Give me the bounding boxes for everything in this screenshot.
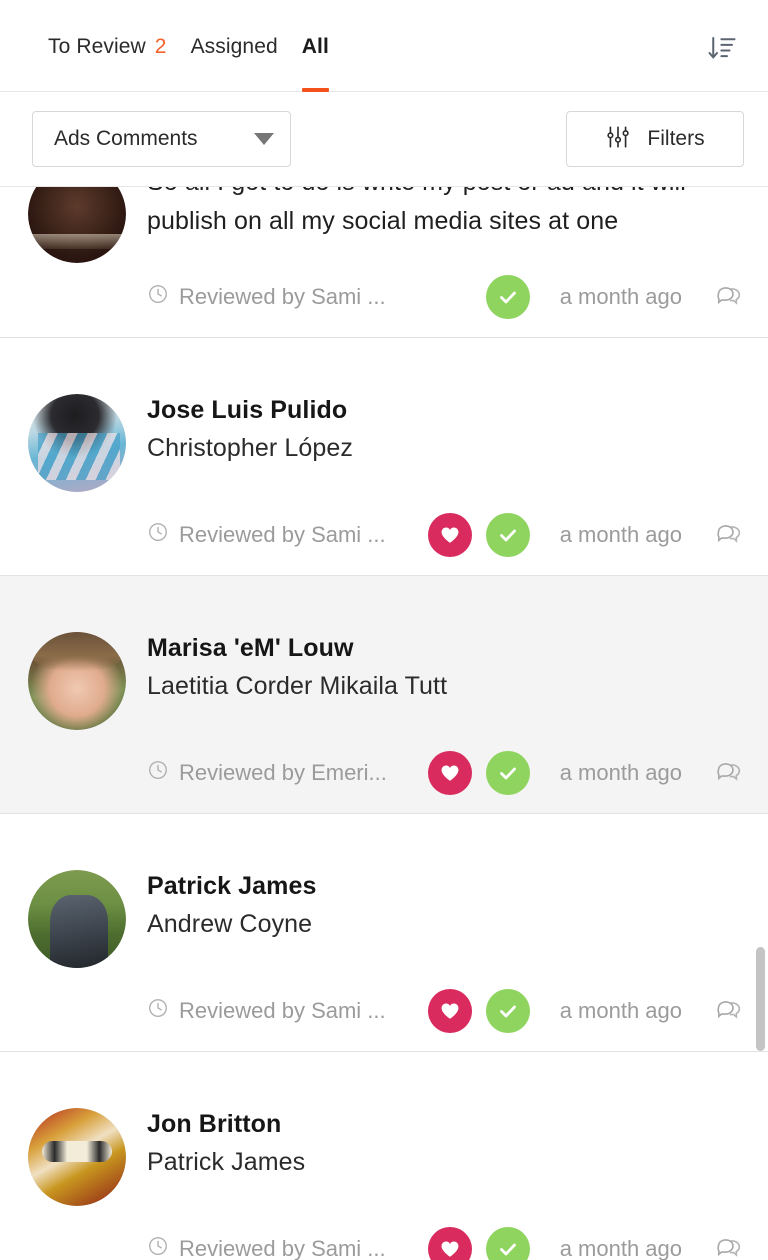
clock-icon bbox=[147, 1235, 169, 1260]
list-item-meta: Reviewed by Emeri... a month ago bbox=[147, 711, 744, 795]
timestamp: a month ago bbox=[559, 997, 682, 1023]
content-type-dropdown[interactable]: Ads Comments bbox=[32, 111, 291, 167]
tab-assigned-label: Assigned bbox=[190, 35, 278, 58]
timestamp: a month ago bbox=[559, 283, 682, 309]
avatar-woman-dark-photo bbox=[28, 187, 126, 263]
status-badges: a month ago bbox=[427, 512, 744, 557]
tab-all[interactable]: All bbox=[301, 0, 353, 92]
reviewed-by: Reviewed by Sami ... bbox=[147, 1235, 386, 1260]
approved-badge[interactable] bbox=[485, 1226, 530, 1260]
author-subtitle: Christopher López bbox=[147, 434, 353, 462]
list-item[interactable]: Jose Luis Pulido Christopher López Revie… bbox=[0, 337, 768, 576]
reviewed-by-text: Reviewed by Sami ... bbox=[179, 283, 386, 309]
tab-to-review[interactable]: To Review 2 bbox=[48, 0, 191, 91]
list-item-meta: Reviewed by Sami ... a month ago bbox=[147, 241, 744, 319]
comments-icon[interactable] bbox=[714, 996, 744, 1026]
comments-icon[interactable] bbox=[714, 758, 744, 788]
clock-icon bbox=[147, 283, 169, 311]
sliders-icon bbox=[605, 124, 631, 155]
comments-icon[interactable] bbox=[714, 1234, 744, 1260]
tab-to-review-count: 2 bbox=[154, 35, 167, 58]
reviewed-by: Reviewed by Sami ... bbox=[147, 521, 386, 549]
reviewed-by-text: Reviewed by Sami ... bbox=[179, 997, 386, 1023]
tab-assigned[interactable]: Assigned bbox=[191, 0, 302, 91]
liked-badge[interactable] bbox=[427, 750, 472, 795]
sort-descending-icon[interactable] bbox=[700, 26, 744, 70]
reviewed-by-text: Reviewed by Emeri... bbox=[179, 759, 387, 785]
liked-badge[interactable] bbox=[427, 512, 472, 557]
list-item-content: Jose Luis Pulido Christopher López Revie… bbox=[147, 360, 744, 557]
author-subtitle: Andrew Coyne bbox=[147, 910, 313, 938]
reviewed-by: Reviewed by Sami ... bbox=[147, 283, 386, 311]
list-item[interactable]: Patrick James Andrew Coyne Reviewed by S… bbox=[0, 813, 768, 1052]
avatar-smiling-woman-photo bbox=[28, 631, 126, 730]
list-item-meta: Reviewed by Sami ... a month ago bbox=[147, 1187, 744, 1260]
comments-icon[interactable] bbox=[714, 520, 744, 550]
comment-list: So all I got to do is write my post or a… bbox=[0, 187, 768, 1260]
status-badges: a month ago bbox=[427, 988, 744, 1033]
list-item[interactable]: So all I got to do is write my post or a… bbox=[0, 187, 768, 338]
author-name: Patrick James bbox=[147, 871, 317, 900]
status-badges: a month ago bbox=[427, 1226, 744, 1260]
avatar-painted-face-photo bbox=[28, 1107, 126, 1206]
author-name: Jon Britton bbox=[147, 1109, 282, 1138]
liked-badge[interactable] bbox=[427, 988, 472, 1033]
author-name: Marisa 'eM' Louw bbox=[147, 633, 354, 662]
approved-badge[interactable] bbox=[485, 988, 530, 1033]
tab-to-review-label: To Review bbox=[48, 35, 146, 58]
chevron-down-icon bbox=[254, 133, 274, 145]
liked-badge[interactable] bbox=[427, 1226, 472, 1260]
tab-list: To Review 2 Assigned All bbox=[48, 0, 700, 92]
timestamp: a month ago bbox=[559, 521, 682, 547]
reviewed-by: Reviewed by Sami ... bbox=[147, 997, 386, 1025]
author-subtitle: Patrick James bbox=[147, 1148, 306, 1176]
clock-icon bbox=[147, 997, 169, 1025]
author-name: Jose Luis Pulido bbox=[147, 395, 348, 424]
tab-all-label: All bbox=[301, 35, 329, 58]
timestamp: a month ago bbox=[559, 759, 682, 785]
status-badges: a month ago bbox=[427, 750, 744, 795]
list-item-content: So all I got to do is write my post or a… bbox=[147, 187, 744, 319]
filters-button[interactable]: Filters bbox=[566, 111, 744, 167]
reviewed-by: Reviewed by Emeri... bbox=[147, 759, 387, 787]
list-item[interactable]: Jon Britton Patrick James Reviewed by Sa… bbox=[0, 1051, 768, 1260]
list-item-meta: Reviewed by Sami ... a month ago bbox=[147, 473, 744, 557]
app-root: To Review 2 Assigned All Ads Comments Fi… bbox=[0, 0, 768, 1260]
scrollbar-thumb[interactable] bbox=[756, 947, 765, 1051]
content-type-dropdown-value: Ads Comments bbox=[54, 127, 198, 150]
reviewed-by-text: Reviewed by Sami ... bbox=[179, 1235, 386, 1260]
list-item[interactable]: Marisa 'eM' Louw Laetitia Corder Mikaila… bbox=[0, 575, 768, 814]
comments-icon[interactable] bbox=[714, 282, 744, 312]
list-item-meta: Reviewed by Sami ... a month ago bbox=[147, 949, 744, 1033]
avatar-man-outdoors-photo bbox=[28, 869, 126, 968]
clock-icon bbox=[147, 759, 169, 787]
filter-bar: Ads Comments Filters bbox=[0, 92, 768, 187]
list-item-content: Jon Britton Patrick James Reviewed by Sa… bbox=[147, 1074, 744, 1260]
approved-badge[interactable] bbox=[485, 274, 530, 319]
approved-badge[interactable] bbox=[485, 750, 530, 795]
reviewed-by-text: Reviewed by Sami ... bbox=[179, 521, 386, 547]
comment-message: So all I got to do is write my post or a… bbox=[147, 187, 686, 235]
filters-button-label: Filters bbox=[647, 127, 705, 150]
approved-badge[interactable] bbox=[485, 512, 530, 557]
list-scrollbar[interactable] bbox=[754, 187, 768, 1260]
list-item-content: Marisa 'eM' Louw Laetitia Corder Mikaila… bbox=[147, 598, 744, 795]
author-subtitle: Laetitia Corder Mikaila Tutt bbox=[147, 672, 448, 700]
avatar-blue-curlers-photo bbox=[28, 393, 126, 492]
tab-bar: To Review 2 Assigned All bbox=[0, 0, 768, 92]
status-badges: a month ago bbox=[485, 274, 744, 319]
clock-icon bbox=[147, 521, 169, 549]
timestamp: a month ago bbox=[559, 1235, 682, 1260]
list-item-content: Patrick James Andrew Coyne Reviewed by S… bbox=[147, 836, 744, 1033]
